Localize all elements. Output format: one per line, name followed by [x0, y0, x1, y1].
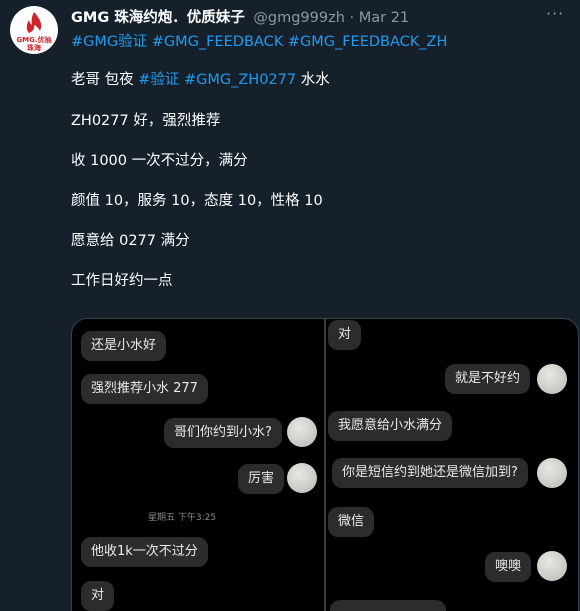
separator: ·	[344, 10, 359, 26]
chat-bubble-right-1: 对	[328, 320, 362, 350]
contact-avatar	[537, 551, 567, 581]
tweet-date[interactable]: Mar 21	[359, 10, 409, 26]
chat-bubble-right-3: 我愿意给小水满分	[328, 411, 453, 441]
chat-bubble-right-5: 微信	[328, 507, 375, 537]
media-attachment[interactable]: 还是小水好 强烈推荐小水 277 哥们你约到小水? 厉害 星期五 下午3:25 …	[71, 318, 579, 611]
chat-bubble-right-4: 你是短信约到她还是微信加到?	[332, 458, 528, 488]
avatar-text: GMG.优抽 珠海	[16, 36, 52, 52]
chat-bubble-left-4: 厉害	[238, 464, 285, 494]
chat-bubble-left-6: 对	[81, 581, 115, 611]
display-name[interactable]: GMG 珠海约炮．优质妹子	[71, 10, 245, 26]
line1-hashtags[interactable]: #验证 #GMG_ZH0277	[138, 72, 296, 88]
chat-bubble-partial	[330, 600, 446, 611]
tweet-header: GMG 珠海约炮．优质妹子 @gmg999zh · Mar 21	[71, 6, 409, 27]
more-options-icon[interactable]: ···	[546, 4, 564, 23]
contact-avatar	[287, 463, 317, 493]
chat-bubble-left-1: 还是小水好	[81, 331, 167, 361]
chat-timestamp: 星期五 下午3:25	[148, 513, 217, 523]
chat-bubble-left-5: 他收1k一次不过分	[81, 537, 208, 567]
avatar[interactable]: GMG.优抽 珠海	[10, 6, 58, 54]
contact-avatar	[537, 458, 567, 488]
tweet-line-3: 收 1000 一次不过分，满分	[71, 153, 248, 169]
hashtags[interactable]: #GMG验证 #GMG_FEEDBACK #GMG_FEEDBACK_ZH	[71, 30, 447, 51]
tweet-line-4: 颜值 10，服务 10，态度 10，性格 10	[71, 193, 323, 209]
chat-bubble-right-6: 噢噢	[485, 552, 532, 582]
chat-bubble-left-3: 哥们你约到小水?	[164, 418, 282, 448]
chat-bubble-left-2: 强烈推荐小水 277	[81, 374, 208, 404]
tweet: GMG.优抽 珠海 GMG 珠海约炮．优质妹子 @gmg999zh · Mar …	[0, 0, 580, 611]
tweet-line-5: 愿意给 0277 满分	[71, 233, 190, 249]
media-divider	[324, 319, 326, 611]
tweet-line-1: 老哥 包夜 #验证 #GMG_ZH0277 水水	[71, 68, 330, 89]
contact-avatar	[287, 417, 317, 447]
handle[interactable]: @gmg999zh	[253, 10, 345, 26]
tweet-line-6: 工作日好约一点	[71, 273, 173, 289]
contact-avatar	[537, 364, 567, 394]
line1-prefix: 老哥 包夜	[71, 72, 139, 88]
tweet-line-2: ZH0277 好，强烈推荐	[71, 113, 221, 129]
chat-bubble-right-2: 就是不好约	[445, 364, 531, 394]
line1-suffix: 水水	[296, 72, 330, 88]
